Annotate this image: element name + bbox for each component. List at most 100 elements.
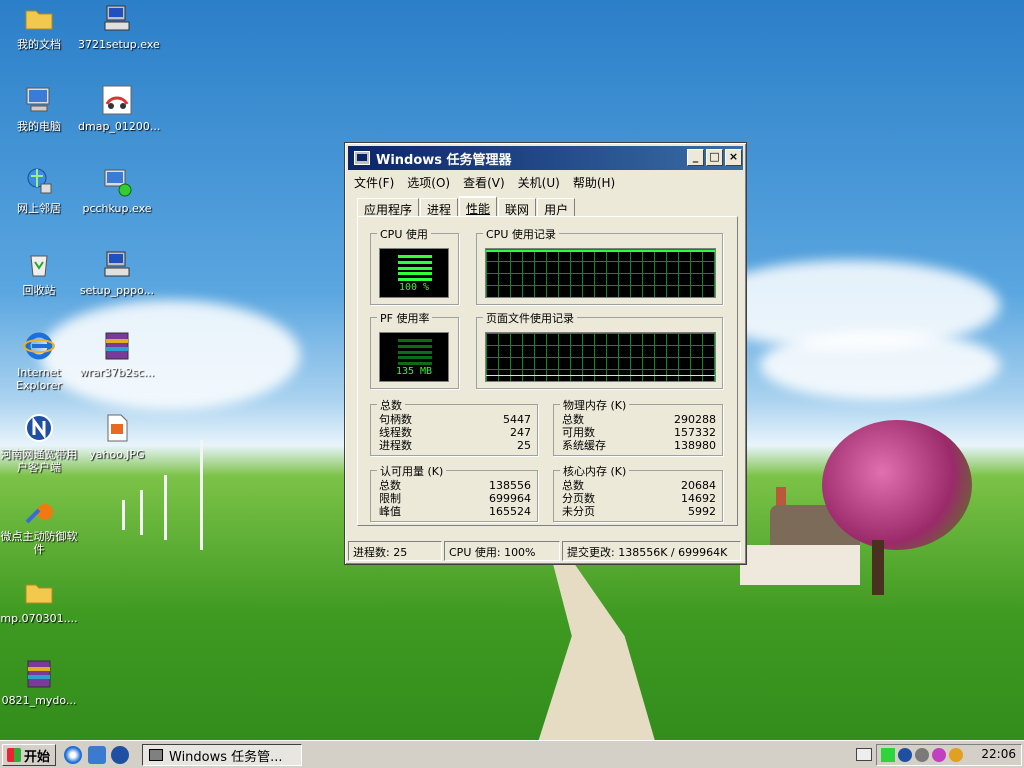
- jpg-file-icon: [107, 414, 128, 442]
- pf-usage-group: PF 使用率 135 MB: [370, 310, 459, 389]
- pf-usage-bars: [398, 339, 432, 365]
- task-manager-icon: [354, 151, 370, 165]
- physical-memory-title: 物理内存 (K): [560, 397, 630, 413]
- winrar-icon: [27, 660, 51, 688]
- kernel-memory-title: 核心内存 (K): [560, 463, 630, 479]
- broadband-client-icon: [25, 414, 53, 442]
- stat-row: 总数 138556: [379, 479, 531, 492]
- stat-row: 进程数 25: [379, 439, 531, 452]
- pf-history-title: 页面文件使用记录: [483, 310, 577, 326]
- desktop-icon[interactable]: dmap_01200...: [78, 84, 160, 133]
- computer-icon: [26, 87, 50, 112]
- kernel-memory-group: 核心内存 (K) 总数 20684 分页数 14692 未分页 5992: [553, 463, 723, 522]
- totals-group: 总数 句柄数 5447 线程数 247 进程数 25: [370, 397, 538, 456]
- stat-row: 峰值 165524: [379, 505, 531, 518]
- stat-row: 系统缓存 138980: [562, 439, 716, 452]
- menu-view[interactable]: 查看(V): [463, 174, 505, 191]
- desktop-icon[interactable]: Internet Explorer: [0, 330, 78, 392]
- taskbar-task-manager-button[interactable]: Windows 任务管...: [142, 744, 302, 766]
- start-label: 开始: [24, 749, 51, 765]
- cpu-usage-title: CPU 使用: [377, 226, 431, 242]
- installer-icon: [104, 251, 130, 277]
- status-commit: 提交更改: 138556K / 699964K: [562, 541, 741, 561]
- desktop-icon[interactable]: mp.070301....: [0, 576, 78, 625]
- menu-options[interactable]: 选项(O): [407, 174, 450, 191]
- tray-cpu-meter-icon[interactable]: [881, 748, 895, 762]
- pf-usage-value: 135 MB: [395, 366, 433, 377]
- desktop-icon[interactable]: 回收站: [0, 248, 78, 297]
- desktop-icon[interactable]: 河南网通宽带用户客户端: [0, 412, 78, 474]
- tab-users[interactable]: 用户: [537, 198, 576, 217]
- start-button[interactable]: 开始: [2, 744, 56, 766]
- tab-networking[interactable]: 联网: [498, 198, 537, 217]
- folder-icon: [25, 10, 53, 30]
- tab-processes[interactable]: 进程: [420, 198, 459, 217]
- stat-row: 限制 699964: [379, 492, 531, 505]
- commit-charge-group: 认可用量 (K) 总数 138556 限制 699964 峰值 165524: [370, 463, 538, 522]
- desktop-icon[interactable]: pcchkup.exe: [78, 166, 156, 215]
- close-button[interactable]: ×: [725, 149, 742, 166]
- status-bar: 进程数: 25 CPU 使用: 100% 提交更改: 138556K / 699…: [348, 541, 743, 561]
- stat-row: 未分页 5992: [562, 505, 716, 518]
- tab-strip: 应用程序 进程 性能 联网 用户: [357, 196, 576, 217]
- menu-help[interactable]: 帮助(H): [573, 174, 615, 191]
- cpu-usage-meter: 100 %: [379, 248, 449, 298]
- map-app-icon: [102, 85, 132, 115]
- desktop-icon[interactable]: wrar37b2sc...: [78, 330, 156, 379]
- desktop-icon[interactable]: setup_pppo...: [78, 248, 156, 297]
- commit-charge-title: 认可用量 (K): [377, 463, 447, 479]
- network-icon: [27, 168, 52, 194]
- cpu-usage-group: CPU 使用 100 %: [370, 226, 459, 305]
- installer-icon: [104, 5, 130, 31]
- tray-speaker-icon[interactable]: [915, 748, 929, 762]
- stat-row: 可用数 157332: [562, 426, 716, 439]
- stat-row: 线程数 247: [379, 426, 531, 439]
- folder-icon: [25, 584, 53, 604]
- desktop-icon[interactable]: 我的电脑: [0, 84, 78, 133]
- stat-row: 分页数 14692: [562, 492, 716, 505]
- tray-broadband-icon[interactable]: [898, 748, 912, 762]
- antivirus-icon: [25, 504, 53, 524]
- pf-usage-title: PF 使用率: [377, 310, 433, 326]
- cpu-usage-value: 100 %: [398, 282, 430, 293]
- totals-title: 总数: [377, 397, 405, 413]
- desktop-icon[interactable]: 0821_mydo...: [0, 658, 78, 707]
- tray-ie-icon[interactable]: [949, 748, 963, 762]
- title-bar[interactable]: Windows 任务管理器 _ □ ×: [348, 146, 743, 170]
- quicklaunch-ie-icon[interactable]: [64, 746, 82, 764]
- physical-memory-group: 物理内存 (K) 总数 290288 可用数 157332 系统缓存 138980: [553, 397, 723, 456]
- keyboard-icon[interactable]: [856, 748, 872, 761]
- desktop-icon[interactable]: 网上邻居: [0, 166, 78, 215]
- taskbar-clock[interactable]: 22:06: [981, 747, 1016, 761]
- desktop-icon[interactable]: 微点主动防御软件: [0, 494, 78, 556]
- desktop-icon[interactable]: yahoo.JPG: [78, 412, 156, 461]
- quicklaunch-desktop-icon[interactable]: [88, 746, 106, 764]
- recycle-bin-icon: [30, 255, 48, 277]
- desktop-icon[interactable]: 我的文档: [0, 2, 78, 51]
- stat-row: 总数 20684: [562, 479, 716, 492]
- tab-performance[interactable]: 性能: [459, 196, 498, 217]
- minimize-button[interactable]: _: [687, 149, 704, 166]
- performance-panel: CPU 使用 100 % CPU 使用记录 PF 使用率 135 MB 页面文件…: [357, 216, 738, 526]
- desktop-icon[interactable]: 3721setup.exe: [78, 2, 160, 51]
- cpu-history-group: CPU 使用记录: [476, 226, 723, 305]
- pf-history-graph: [485, 332, 716, 382]
- windows-logo-icon: [7, 748, 21, 762]
- internet-explorer-icon: [23, 332, 55, 360]
- tray-blocked-icon[interactable]: [932, 748, 946, 762]
- menu-shutdown[interactable]: 关机(U): [518, 174, 560, 191]
- quicklaunch-broadband-icon[interactable]: [111, 746, 129, 764]
- taskbar-task-label: Windows 任务管...: [169, 749, 283, 765]
- winrar-icon: [105, 332, 129, 360]
- tab-applications[interactable]: 应用程序: [357, 198, 420, 217]
- stat-row: 句柄数 5447: [379, 413, 531, 426]
- task-manager-window: Windows 任务管理器 _ □ × 文件(F) 选项(O) 查看(V) 关机…: [344, 142, 747, 565]
- status-processes: 进程数: 25: [348, 541, 442, 561]
- menu-bar: 文件(F) 选项(O) 查看(V) 关机(U) 帮助(H): [348, 172, 743, 192]
- menu-file[interactable]: 文件(F): [354, 174, 394, 191]
- task-manager-icon: [149, 749, 163, 761]
- cpu-usage-bars: [398, 255, 432, 281]
- stat-row: 总数 290288: [562, 413, 716, 426]
- maximize-button[interactable]: □: [706, 149, 723, 166]
- pf-usage-meter: 135 MB: [379, 332, 449, 382]
